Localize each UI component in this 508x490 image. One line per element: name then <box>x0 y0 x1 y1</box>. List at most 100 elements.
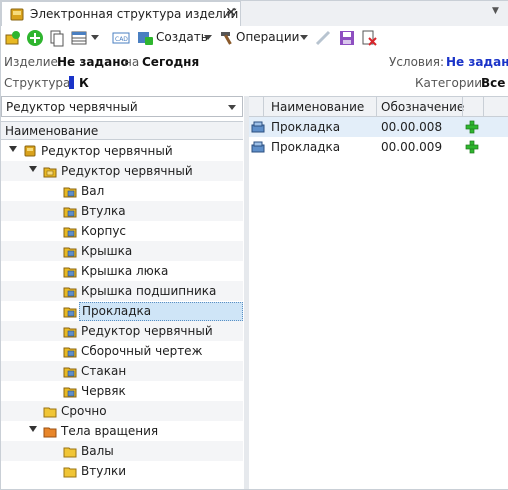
operations-button[interactable]: Операции <box>236 30 299 44</box>
tree-node[interactable]: Вал <box>1 181 243 201</box>
product-icon <box>24 145 36 157</box>
tab-menu-chevron-icon[interactable]: ▼ <box>492 6 502 16</box>
conditions-label: Условия: <box>389 55 445 69</box>
folder-icon <box>43 407 57 418</box>
grid-column-separator[interactable] <box>483 97 484 118</box>
part-folder-icon <box>63 267 77 278</box>
part-folder-icon <box>63 367 77 378</box>
tree-node-label: Редуктор червячный <box>61 164 193 178</box>
close-icon[interactable]: ✕ <box>224 5 238 21</box>
items-grid: Наименование Обозначение Прокладка 00.00… <box>249 96 508 489</box>
create-button[interactable]: Создать <box>156 30 208 44</box>
tree-node[interactable]: Втулка <box>1 201 243 221</box>
structure-color-marker <box>69 76 74 89</box>
plus-icon[interactable] <box>465 120 479 134</box>
cad-icon[interactable]: CAD <box>112 29 130 47</box>
expand-collapse-icon[interactable] <box>9 146 17 152</box>
expand-collapse-icon[interactable] <box>29 426 37 432</box>
tree-node-label: Корпус <box>81 224 127 238</box>
delete-document-icon[interactable] <box>360 29 378 47</box>
part-folder-icon <box>63 347 77 358</box>
tree-node[interactable]: Тела вращения <box>1 421 243 441</box>
tree-node-label: Крышка <box>81 244 133 258</box>
tab-product-structure[interactable]: Электронная структура изделий ✕ <box>1 1 241 26</box>
item-label: Изделие: <box>4 55 62 69</box>
create-dropdown-icon[interactable] <box>204 35 212 40</box>
plus-icon[interactable] <box>465 140 479 154</box>
categories-value-link[interactable]: Все <box>481 76 505 90</box>
tree-node[interactable]: Крышка подшипника <box>1 281 243 301</box>
structure-root-select-value: Редуктор червячный <box>6 100 138 114</box>
tree-node[interactable]: Прокладка <box>1 301 243 321</box>
part-icon <box>251 121 265 133</box>
table-view-icon[interactable] <box>70 29 88 47</box>
svg-text:CAD: CAD <box>115 36 128 43</box>
tree-node-label: Червяк <box>81 384 126 398</box>
tree-node-label: Тела вращения <box>61 424 159 438</box>
tree-node[interactable]: Срочно <box>1 401 243 421</box>
toolbar: CAD Создать Операции <box>0 26 508 50</box>
grid-column-header-name[interactable]: Наименование <box>271 100 364 114</box>
tree-column-header-label: Наименование <box>5 124 99 138</box>
tree-node[interactable]: Редуктор червячный <box>1 161 243 181</box>
grid-header: Наименование Обозначение <box>249 96 508 118</box>
tree-node-label: Редуктор червячный <box>81 324 213 338</box>
grid-row[interactable]: Прокладка 00.00.008 <box>249 117 508 137</box>
part-folder-icon <box>63 207 77 218</box>
grid-column-separator[interactable] <box>376 97 377 118</box>
part-icon <box>251 141 265 153</box>
tree-node-label: Вал <box>81 184 105 198</box>
grid-cell-designation: 00.00.009 <box>381 140 443 154</box>
refresh-tree-icon[interactable] <box>4 29 22 47</box>
tree-node-label: Крышка люка <box>81 264 169 278</box>
tree-node-label: Редуктор червячный <box>41 144 173 158</box>
tree-node[interactable]: Стакан <box>1 361 243 381</box>
part-folder-icon <box>63 327 77 338</box>
categories-label: Категории: <box>415 76 487 90</box>
tree-node-label: Втулки <box>81 464 127 478</box>
tab-strip: Электронная структура изделий ✕ ▼ <box>0 0 508 27</box>
table-view-dropdown-icon[interactable] <box>91 35 99 40</box>
copy-document-icon[interactable] <box>48 29 66 47</box>
add-icon[interactable] <box>26 29 44 47</box>
tree-node-label: Стакан <box>81 364 127 378</box>
operations-dropdown-icon[interactable] <box>300 35 308 40</box>
part-folder-icon <box>63 287 77 298</box>
tree-node[interactable]: Редуктор червячный <box>1 321 243 341</box>
tree-node-label: Срочно <box>61 404 107 418</box>
tree-node[interactable]: Сборочный чертеж <box>1 341 243 361</box>
tree-node[interactable]: Крышка <box>1 241 243 261</box>
tree-node[interactable]: Крышка люка <box>1 261 243 281</box>
item-value-link[interactable]: Не задано <box>57 55 129 69</box>
conditions-value-link[interactable]: Не задано <box>446 55 508 69</box>
tree-node[interactable]: Редуктор червячный <box>1 141 243 161</box>
grid-cell-name: Прокладка <box>271 140 341 154</box>
tree-column-header[interactable]: Наименование <box>1 121 243 140</box>
product-structure-icon <box>10 8 24 21</box>
grid-column-separator <box>263 97 264 118</box>
expand-collapse-icon[interactable] <box>29 166 37 172</box>
save-icon[interactable] <box>338 29 356 47</box>
structure-value-link[interactable]: К <box>79 76 89 90</box>
tree-node-label: Валы <box>81 444 114 458</box>
part-folder-icon <box>63 227 77 238</box>
folder-icon <box>63 467 77 478</box>
edit-pencil-icon[interactable] <box>314 29 332 47</box>
tree-node[interactable]: Втулки <box>1 461 243 481</box>
grid-column-header-designation[interactable]: Обозначение <box>381 100 464 114</box>
tab-title: Электронная структура изделий <box>30 7 239 21</box>
tree-node[interactable]: Корпус <box>1 221 243 241</box>
structure-root-select[interactable]: Редуктор червячный <box>1 96 243 117</box>
grid-column-separator[interactable] <box>462 97 463 118</box>
date-value-link[interactable]: Сегодня <box>142 55 199 69</box>
tree-node[interactable]: Валы <box>1 441 243 461</box>
operations-hammer-icon[interactable] <box>218 29 236 47</box>
grid-cell-designation: 00.00.008 <box>381 120 443 134</box>
create-icon[interactable] <box>136 29 154 47</box>
grid-cell-name: Прокладка <box>271 120 341 134</box>
assembly-icon <box>43 167 57 178</box>
tree-node[interactable]: Червяк <box>1 381 243 401</box>
grid-row[interactable]: Прокладка 00.00.009 <box>249 137 508 157</box>
folder-icon <box>63 447 77 458</box>
chevron-down-icon[interactable] <box>228 105 236 110</box>
